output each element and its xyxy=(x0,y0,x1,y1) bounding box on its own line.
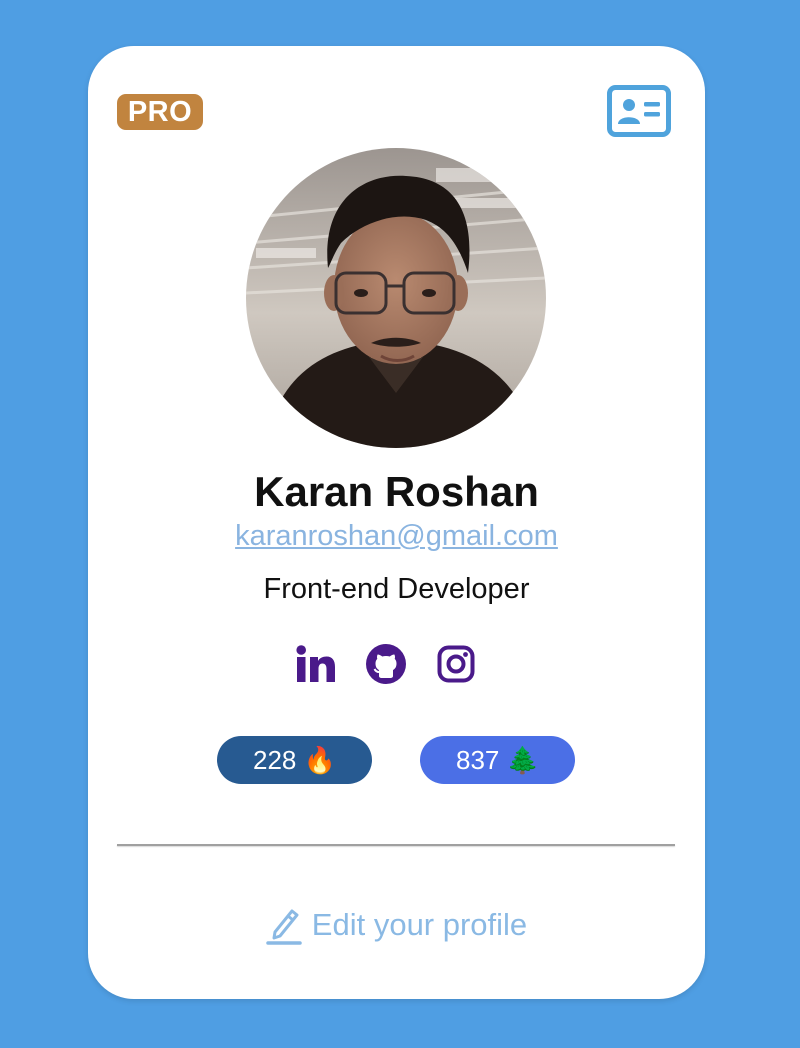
instagram-link[interactable] xyxy=(434,642,478,686)
linkedin-link[interactable] xyxy=(294,642,338,686)
fire-icon: 🔥 xyxy=(303,745,336,775)
profile-email: karanroshan@gmail.com xyxy=(88,520,705,553)
profile-photo xyxy=(246,148,546,448)
divider xyxy=(117,844,675,846)
edit-profile-link[interactable]: Edit your profile xyxy=(88,902,705,948)
linkedin-icon xyxy=(296,645,335,682)
edit-profile-label: Edit your profile xyxy=(311,907,528,942)
trees-count: 837 xyxy=(456,745,500,775)
id-card-icon[interactable] xyxy=(607,85,671,137)
profile-name: Karan Roshan xyxy=(254,468,539,515)
pencil-icon xyxy=(266,909,302,945)
streak-count: 228 xyxy=(253,745,297,775)
trees-badge: 837 🌲 xyxy=(420,736,575,784)
github-icon xyxy=(366,644,406,684)
avatar xyxy=(246,148,546,448)
streak-badge: 228 🔥 xyxy=(217,736,372,784)
tree-icon: 🌲 xyxy=(506,745,539,775)
profile-card: PRO Karan Roshan karanroshan@gmail.com F… xyxy=(88,46,705,999)
github-link[interactable] xyxy=(364,642,408,686)
email-link[interactable]: karanroshan@gmail.com xyxy=(235,520,558,552)
profile-role: Front-end Developer xyxy=(263,573,530,605)
instagram-icon xyxy=(437,645,475,683)
pro-badge: PRO xyxy=(117,94,203,130)
social-links xyxy=(294,642,478,686)
